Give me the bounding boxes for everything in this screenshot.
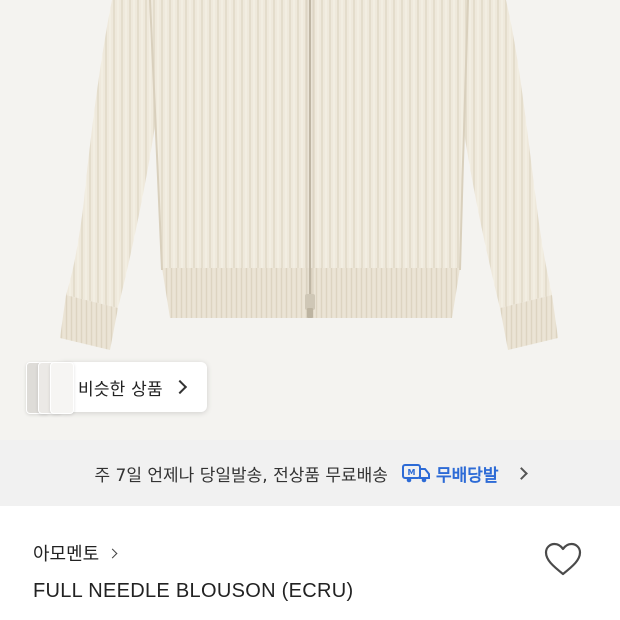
svg-text:M: M: [407, 468, 415, 477]
similar-products-button[interactable]: 비슷한 상품: [24, 360, 207, 414]
similar-products-label: 비슷한 상품: [78, 379, 163, 400]
delivery-text: 주 7일 언제나 당일발송, 전상품 무료배송: [94, 465, 388, 486]
product-image[interactable]: 비슷한 상품: [0, 0, 620, 440]
delivery-banner[interactable]: 주 7일 언제나 당일발송, 전상품 무료배송 M 무배당발: [0, 440, 620, 506]
similar-thumbnail: [50, 362, 74, 414]
similar-thumbnails: [24, 360, 74, 414]
brand-name: 아모멘토: [33, 544, 100, 565]
free-delivery-badge: 무배당발: [435, 465, 499, 486]
chevron-right-icon: [172, 379, 187, 395]
product-title: FULL NEEDLE BLOUSON (ECRU): [33, 580, 354, 602]
heart-icon[interactable]: [543, 541, 583, 577]
brand-link[interactable]: 아모멘토: [33, 540, 118, 566]
chevron-right-icon: [514, 466, 528, 480]
delivery-truck-icon: M: [401, 464, 430, 483]
similar-products-label-box[interactable]: 비슷한 상품: [58, 362, 207, 412]
chevron-right-icon: [107, 548, 118, 558]
